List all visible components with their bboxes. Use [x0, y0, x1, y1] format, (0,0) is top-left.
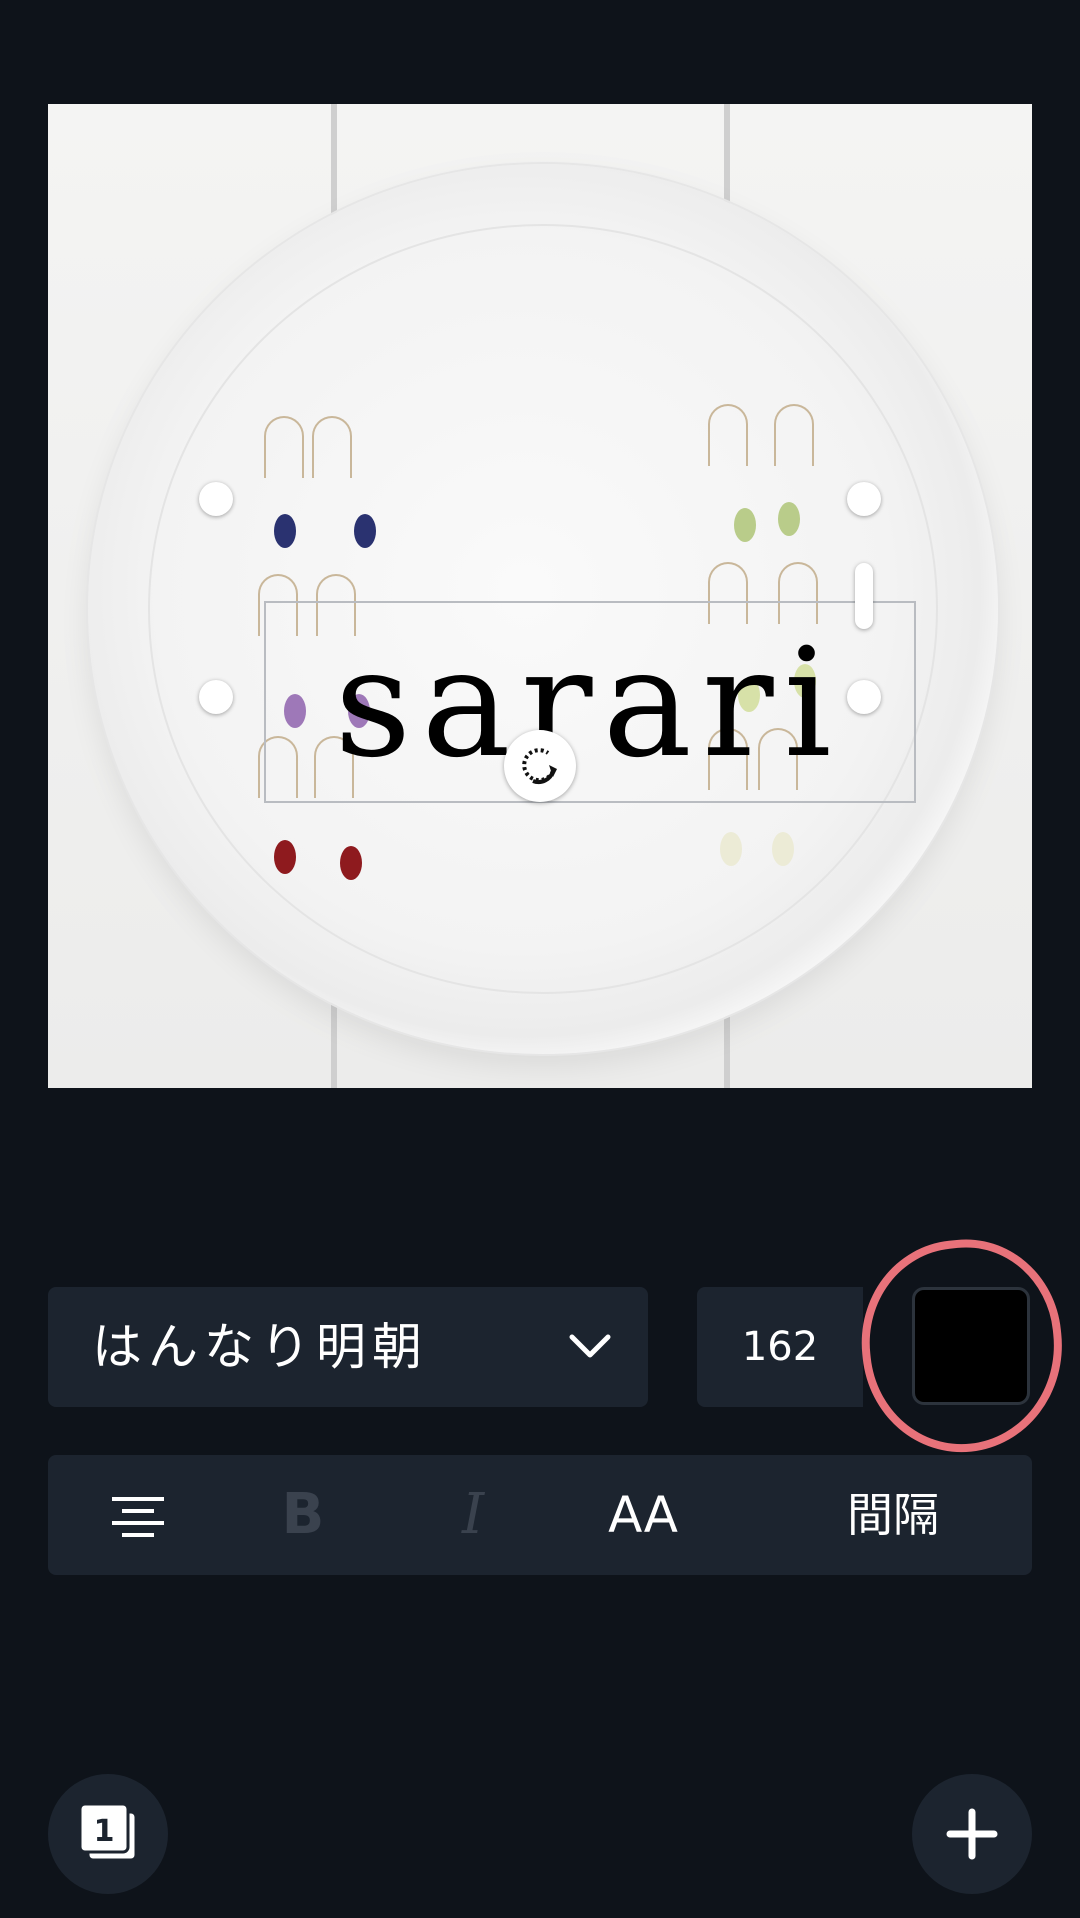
- case-button[interactable]: AA: [588, 1455, 698, 1575]
- rotate-button[interactable]: [504, 730, 576, 802]
- highlight-circle-annotation: [851, 1230, 1073, 1462]
- text-format-bar: B I AA 間隔: [48, 1455, 1032, 1575]
- font-size-field[interactable]: 162: [697, 1287, 863, 1407]
- resize-handle-bottom-right[interactable]: [847, 680, 881, 714]
- bold-button[interactable]: B: [248, 1455, 358, 1575]
- width-handle-right[interactable]: [855, 563, 873, 629]
- italic-button[interactable]: I: [418, 1455, 528, 1575]
- align-center-icon: [112, 1496, 164, 1537]
- canvas-text[interactable]: sarari: [264, 624, 912, 784]
- resize-handle-top-left[interactable]: [199, 482, 233, 516]
- page-count: 1: [94, 1814, 115, 1849]
- resize-handle-top-right[interactable]: [847, 482, 881, 516]
- pages-button[interactable]: 1: [48, 1774, 168, 1894]
- rotate-icon: [522, 748, 557, 785]
- design-canvas[interactable]: sarari: [48, 104, 1032, 1088]
- resize-handle-bottom-left[interactable]: [199, 680, 233, 714]
- plus-icon: [946, 1808, 998, 1860]
- pages-icon: 1: [78, 1802, 138, 1862]
- add-button[interactable]: [912, 1774, 1032, 1894]
- chevron-down-icon: [569, 1334, 611, 1358]
- font-name: はんなり明朝: [92, 1318, 428, 1376]
- spacing-button[interactable]: 間隔: [828, 1455, 958, 1575]
- align-button[interactable]: [88, 1455, 188, 1575]
- font-selector[interactable]: はんなり明朝: [48, 1287, 648, 1407]
- font-size-value: 162: [741, 1324, 819, 1370]
